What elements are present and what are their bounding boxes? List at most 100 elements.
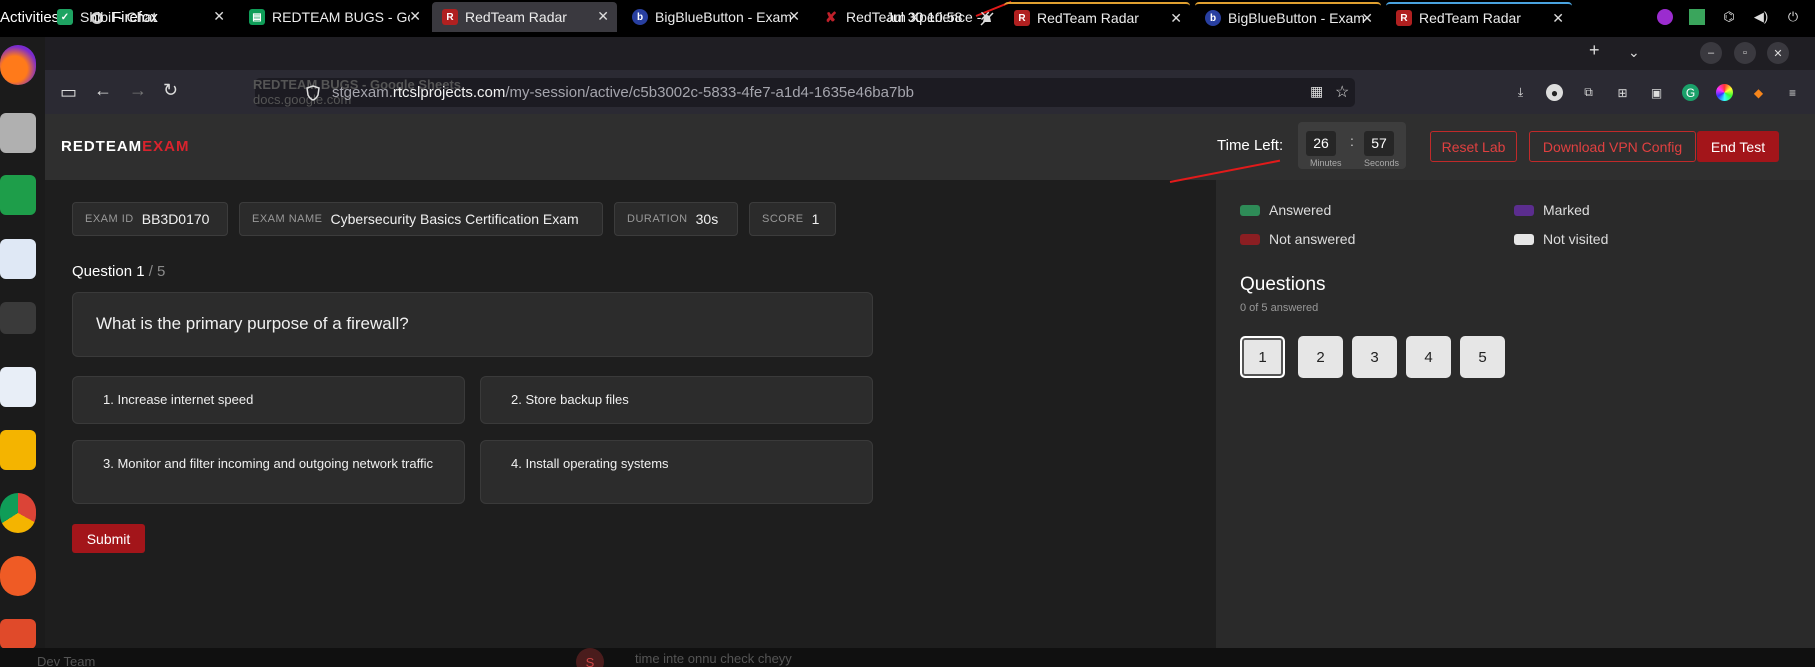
legend-answered: Answered [1240,202,1331,218]
submit-button[interactable]: Submit [72,524,145,553]
terminal-dock-icon[interactable] [0,302,36,334]
close-tab-icon[interactable]: ✕ [1361,10,1373,27]
legend-not-visited: Not visited [1514,231,1608,247]
redteam-icon: R [1014,10,1030,26]
list-tabs-chevron-icon[interactable]: ⌄ [1628,44,1640,61]
spreadsheet-dock-icon[interactable] [0,175,36,215]
background-window-strip: Dev Team S time inte onnu check cheyy [0,648,1815,667]
redteam-exam-logo[interactable]: REDTEAMEXAM [61,138,190,155]
new-tab-button[interactable]: + [1589,40,1600,61]
reset-lab-button[interactable]: Reset Lab [1430,131,1517,162]
postman-dock-icon[interactable] [0,556,36,596]
toolbar-extensions: ⤓ ● ⧉ ⊞ ▣ G ◆ ≡ [1512,84,1801,101]
close-tab-icon[interactable]: ✕ [597,8,609,25]
timer-minutes: 26 [1306,131,1336,156]
firefox-tray-icon[interactable] [1657,9,1673,25]
score-chip: SCORE 1 [749,202,836,236]
download-icon[interactable]: ⤓ [1512,84,1529,101]
forward-button[interactable]: → [129,80,147,101]
site-shield-icon[interactable] [306,85,320,101]
tab-strip [45,37,1815,70]
exam-name-chip: EXAM NAME Cybersecurity Basics Certifica… [239,202,603,236]
tab-bigbluebutton[interactable]: b BigBlueButton - Exam ✕ [622,2,808,32]
option-3[interactable]: 3. Monitor and filter incoming and outgo… [72,440,465,504]
option-4[interactable]: 4. Install operating systems [480,440,873,504]
question-button-1[interactable]: 1 [1240,336,1285,378]
reload-button[interactable]: ↻ [163,80,178,101]
apps-grid-icon[interactable]: ⊞ [1614,84,1631,101]
option-2[interactable]: 2. Store backup files [480,376,873,424]
time-left-label: Time Left: [1217,137,1284,154]
close-tab-icon[interactable]: ✕ [409,8,421,25]
duration-label: DURATION [627,213,688,225]
question-button-4[interactable]: 4 [1406,336,1451,378]
text-editor-dock-icon[interactable] [0,239,36,279]
tab-redteam-radar-active[interactable]: R RedTeam Radar ✕ [432,2,617,32]
sidebar-toggle-icon[interactable]: ▭ [60,82,77,103]
question-button-2[interactable]: 2 [1298,336,1343,378]
tab-title: REDTEAM BUGS - Goo [272,9,410,25]
maximize-window-button[interactable]: ▫ [1734,42,1756,64]
question-button-3[interactable]: 3 [1352,336,1397,378]
tab-shibil-chat[interactable]: ✓ Shibil - Chat ✕ [47,2,233,32]
background-team-label: Dev Team [37,654,96,667]
logo-text-1: REDTEAM [61,138,143,155]
option-1[interactable]: 1. Increase internet speed [72,376,465,424]
files-dock-icon[interactable] [0,113,36,153]
sync-icon[interactable]: ● [1546,84,1563,101]
qr-extension-icon[interactable]: ▣ [1648,84,1665,101]
network-icon[interactable]: ⌬ [1721,9,1737,25]
close-window-button[interactable]: ✕ [1767,42,1789,64]
minimize-window-button[interactable]: – [1700,42,1722,64]
questions-progress: 0 of 5 answered [1240,302,1319,314]
question-button-5[interactable]: 5 [1460,336,1505,378]
system-tray[interactable]: ⌬ ◀) ⏻ [1657,9,1801,25]
tab-title: RedTeam Xperience - [846,9,982,25]
color-picker-icon[interactable] [1716,84,1733,101]
app-dock-icon[interactable] [0,619,36,649]
legend-not-visited-label: Not visited [1543,231,1609,247]
marked-swatch [1514,204,1534,216]
close-tab-icon[interactable]: ✕ [1552,10,1564,27]
grammarly-icon[interactable]: G [1682,84,1699,101]
end-test-button[interactable]: End Test [1697,131,1779,162]
download-vpn-config-button[interactable]: Download VPN Config [1529,131,1696,162]
close-tab-icon[interactable]: ✕ [979,8,991,25]
xperience-icon: ✘ [825,8,837,25]
tab-title: RedTeam Radar [1419,10,1521,26]
close-tab-icon[interactable]: ✕ [213,8,225,25]
logo-text-2: EXAM [142,138,190,155]
firefox-dock-icon[interactable] [0,45,36,85]
menu-icon[interactable]: ≡ [1784,84,1801,101]
tab-redteam-bugs[interactable]: ▤ REDTEAM BUGS - Goo ✕ [239,2,429,32]
close-tab-icon[interactable]: ✕ [1170,10,1182,27]
chat-avatar: S [576,648,604,667]
close-tab-icon[interactable]: ✕ [788,8,800,25]
tab-redteam-radar-3[interactable]: R RedTeam Radar ✕ [1386,2,1572,32]
tab-bigbluebutton-2[interactable]: b BigBlueButton - Exam ✕ [1195,2,1381,32]
bigbluebutton-icon: b [632,9,648,25]
tab-redteam-radar-2[interactable]: R RedTeam Radar ✕ [1004,2,1190,32]
background-chat-text: time inte onnu check cheyy [635,651,792,666]
question-number: Question 1 / 5 [72,263,165,280]
url-domain: rtcslprojects.com [392,84,506,101]
calculator-dock-icon[interactable] [0,430,36,470]
metamask-icon[interactable]: ◆ [1750,84,1767,101]
impress-dock-icon[interactable] [0,367,36,407]
duration-chip: DURATION 30s [614,202,738,236]
not-visited-swatch [1514,233,1534,245]
back-button[interactable]: ← [94,80,112,101]
bookmark-star-icon[interactable]: ☆ [1335,82,1349,102]
legend-answered-label: Answered [1269,202,1332,218]
extensions-icon[interactable]: ⧉ [1580,84,1597,101]
exam-id-value: BB3D0170 [141,211,210,227]
url-text[interactable]: stgexam.rtcslprojects.com/my-session/act… [332,84,914,101]
volume-icon[interactable]: ◀) [1753,9,1769,25]
score-value: 1 [811,211,820,227]
qr-code-icon[interactable]: ▦ [1310,83,1323,100]
power-icon[interactable]: ⏻ [1785,9,1801,25]
chrome-dock-icon[interactable] [0,493,36,533]
sheets-tray-icon[interactable] [1689,9,1705,25]
tab-redteam-xperience[interactable]: ✘ RedTeam Xperience - ✕ [813,2,999,32]
question-text: What is the primary purpose of a firewal… [96,314,409,333]
